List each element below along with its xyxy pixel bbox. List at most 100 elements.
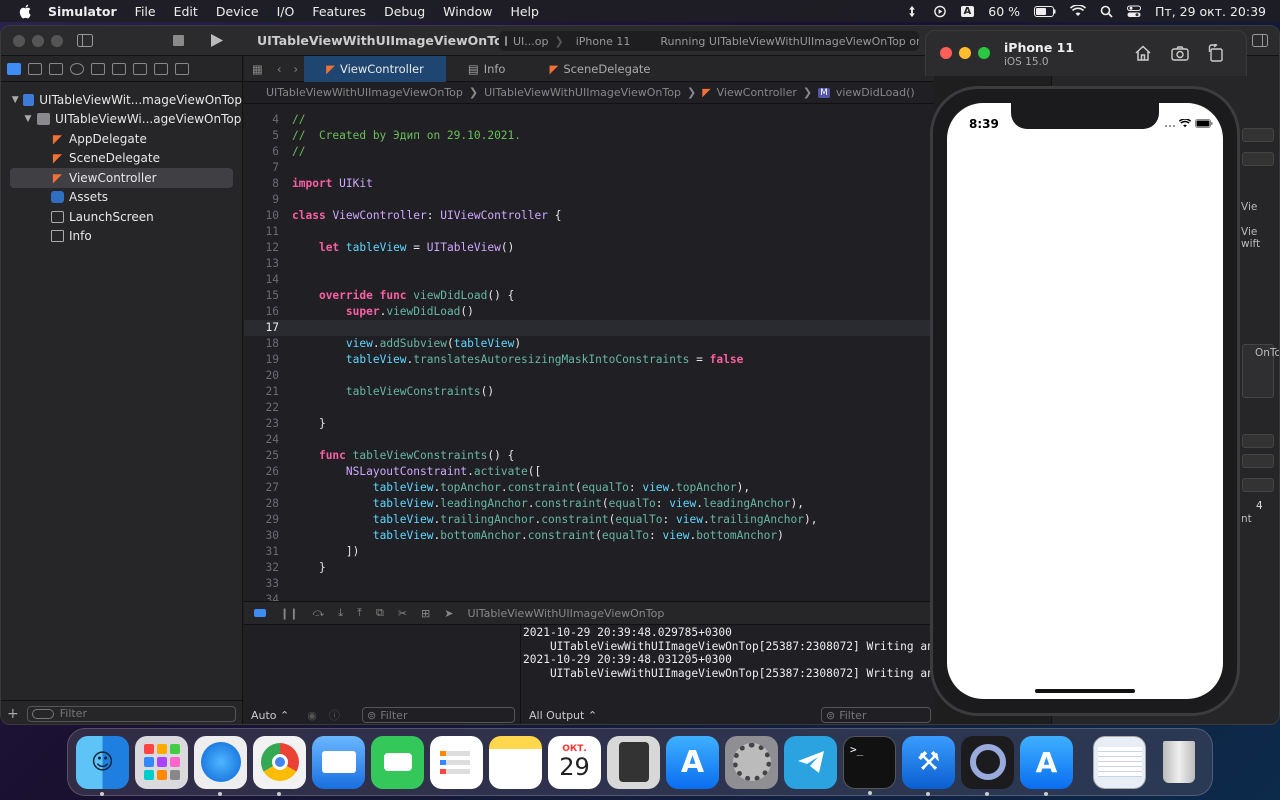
sim-zoom-button[interactable] xyxy=(978,47,990,59)
code-line[interactable]: 13 xyxy=(244,256,934,272)
code-line[interactable]: 7 xyxy=(244,160,934,176)
code-line[interactable]: 6// xyxy=(244,144,934,160)
menu-edit[interactable]: Edit xyxy=(174,4,198,19)
console-output[interactable]: 2021-10-29 20:39:48.029785+0300 UITableV… xyxy=(522,625,942,700)
debug-area-toggle-icon[interactable] xyxy=(254,609,266,617)
iphone-screen[interactable]: 8:39 xyxy=(947,103,1223,699)
code-line[interactable]: 16 super.viewDidLoad() xyxy=(244,304,934,320)
code-line[interactable]: 10 class ViewController: UIViewController… xyxy=(244,208,934,224)
sim-minimize-button[interactable] xyxy=(959,47,971,59)
disclosure-icon[interactable]: ▼ xyxy=(11,95,19,105)
menu-io[interactable]: I/O xyxy=(277,4,295,19)
disclosure-icon[interactable]: ▼ xyxy=(23,114,33,124)
code-line[interactable]: 32 } xyxy=(244,560,934,576)
step-over-icon[interactable]: ⤼ xyxy=(312,606,324,620)
activity-view[interactable]: UI...op ❯ iPhone 11 Running UITableViewW… xyxy=(499,31,919,51)
grid-icon[interactable]: ▦ xyxy=(244,62,271,76)
input-source-icon[interactable]: A xyxy=(960,5,975,17)
jumpbar-group[interactable]: UITableViewWithUIImageViewOnTop xyxy=(484,86,681,99)
output-selector[interactable]: All Output ⌃ xyxy=(529,709,597,722)
step-in-icon[interactable]: ⤓ xyxy=(338,606,343,620)
breakpoint-navigator-icon[interactable] xyxy=(154,62,168,75)
quicktime-icon[interactable] xyxy=(961,735,1014,796)
issue-navigator-icon[interactable] xyxy=(91,62,105,75)
finder-icon[interactable]: ☺ xyxy=(76,735,129,796)
code-line[interactable]: 29 tableView.trailingAnchor.constraint(e… xyxy=(244,512,934,528)
environment-icon[interactable]: ⊞ xyxy=(421,607,430,620)
menu-help[interactable]: Help xyxy=(510,4,539,19)
system-preferences-icon[interactable] xyxy=(725,735,778,789)
menu-debug[interactable]: Debug xyxy=(384,4,425,19)
location-icon[interactable]: ➤ xyxy=(444,607,453,620)
code-line[interactable]: 14 xyxy=(244,272,934,288)
inspector-popup[interactable] xyxy=(1242,454,1274,468)
back-arrow-icon[interactable]: ‹ xyxy=(271,62,288,76)
control-center-icon[interactable] xyxy=(1127,5,1142,18)
code-line[interactable]: 22 xyxy=(244,400,934,416)
sidebar-toggle-icon[interactable] xyxy=(77,34,93,47)
simulator-icon[interactable]: A xyxy=(1020,735,1073,796)
code-line[interactable]: 15 override func viewDidLoad() { xyxy=(244,288,934,304)
terminal-icon[interactable]: >_ xyxy=(843,735,896,795)
code-line[interactable]: 23 } xyxy=(244,416,934,432)
inspector-popup[interactable] xyxy=(1242,478,1274,492)
tab-scenedelegate[interactable]: ◤ SceneDelegate xyxy=(527,56,672,82)
folder-navigator-icon[interactable] xyxy=(7,62,21,75)
report-navigator-icon[interactable] xyxy=(175,62,189,75)
code-line[interactable]: 26 NSLayoutConstraint.activate([ xyxy=(244,464,934,480)
test-navigator-icon[interactable] xyxy=(112,62,126,75)
tree-file-appdelegate[interactable]: ◤ AppDelegate xyxy=(1,129,242,149)
code-area[interactable]: 4//5// Created by Эдип on 29.10.2021. 6//… xyxy=(244,108,934,601)
code-line[interactable]: 8 import UIKit xyxy=(244,176,934,192)
menu-file[interactable]: File xyxy=(135,4,156,19)
jumpbar-project[interactable]: UITableViewWithUIImageViewOnTop xyxy=(266,86,463,99)
telegram-icon[interactable] xyxy=(784,735,837,789)
sim-close-button[interactable] xyxy=(940,47,952,59)
code-line[interactable]: 19 tableView.translatesAutoresizingMaskI… xyxy=(244,352,934,368)
tab-info[interactable]: ▤ Info xyxy=(446,56,528,82)
forward-arrow-icon[interactable]: › xyxy=(287,62,304,76)
rotate-icon[interactable] xyxy=(1208,44,1224,62)
jumpbar-symbol[interactable]: viewDidLoad() xyxy=(836,86,915,99)
screenshot-icon[interactable] xyxy=(1171,46,1189,61)
info-icon[interactable]: ⓘ xyxy=(329,707,340,723)
inspector-stepper-value[interactable]: 4 xyxy=(1256,500,1263,512)
code-line[interactable]: 18 view.addSubview(tableView) xyxy=(244,336,934,352)
menu-window[interactable]: Window xyxy=(443,4,492,19)
reminders-icon[interactable] xyxy=(430,735,483,789)
variables-filter-input[interactable]: ⊜ Filter xyxy=(362,707,515,723)
stop-button[interactable] xyxy=(173,35,184,46)
code-line[interactable]: 25 func tableViewConstraints() { xyxy=(244,448,934,464)
window-zoom-button[interactable] xyxy=(51,35,63,47)
tree-file-info[interactable]: Info xyxy=(1,227,242,247)
source-control-icon[interactable] xyxy=(28,62,42,75)
tab-viewcontroller[interactable]: ◤ ViewController xyxy=(304,55,446,82)
wifi-icon[interactable] xyxy=(1070,5,1087,17)
apple-menu-icon[interactable] xyxy=(18,3,34,19)
code-line[interactable]: 28 tableView.leadingAnchor.constraint(eq… xyxy=(244,496,934,512)
spotlight-search-icon[interactable] xyxy=(1100,5,1113,18)
add-file-icon[interactable]: + xyxy=(7,706,19,722)
variables-scope-selector[interactable]: Auto ⌃ xyxy=(251,709,289,722)
tree-file-scenedelegate[interactable]: ◤ SceneDelegate xyxy=(1,149,242,169)
launchpad-icon[interactable] xyxy=(135,735,188,789)
run-button[interactable] xyxy=(210,33,224,48)
safari-icon[interactable] xyxy=(194,735,247,796)
scheme-selector[interactable]: UI...op xyxy=(513,35,549,48)
tree-file-launchscreen[interactable]: LaunchScreen xyxy=(1,207,242,227)
code-line[interactable]: 34 xyxy=(244,592,934,601)
pause-icon[interactable]: ❙❙ xyxy=(280,607,298,620)
menubar-clock[interactable]: Пт, 29 окт. 20:39 xyxy=(1155,4,1266,19)
calculator-icon[interactable] xyxy=(607,735,660,789)
menu-device[interactable]: Device xyxy=(216,4,259,19)
facetime-icon[interactable] xyxy=(371,735,424,789)
inspector-popup[interactable] xyxy=(1242,434,1274,448)
code-line[interactable]: 4// xyxy=(244,112,934,128)
memory-graph-icon[interactable]: ✂ xyxy=(398,607,407,620)
code-line[interactable]: 20 xyxy=(244,368,934,384)
tree-group-folder[interactable]: ▼ UITableViewWi...ageViewOnTop xyxy=(1,110,242,130)
code-line[interactable]: 30 tableView.bottomAnchor.constraint(equ… xyxy=(244,528,934,544)
navigator-filter-input[interactable]: Filter xyxy=(26,705,236,722)
play-circle-icon[interactable] xyxy=(933,5,947,18)
view-hierarchy-icon[interactable]: ⧉ xyxy=(376,606,384,620)
